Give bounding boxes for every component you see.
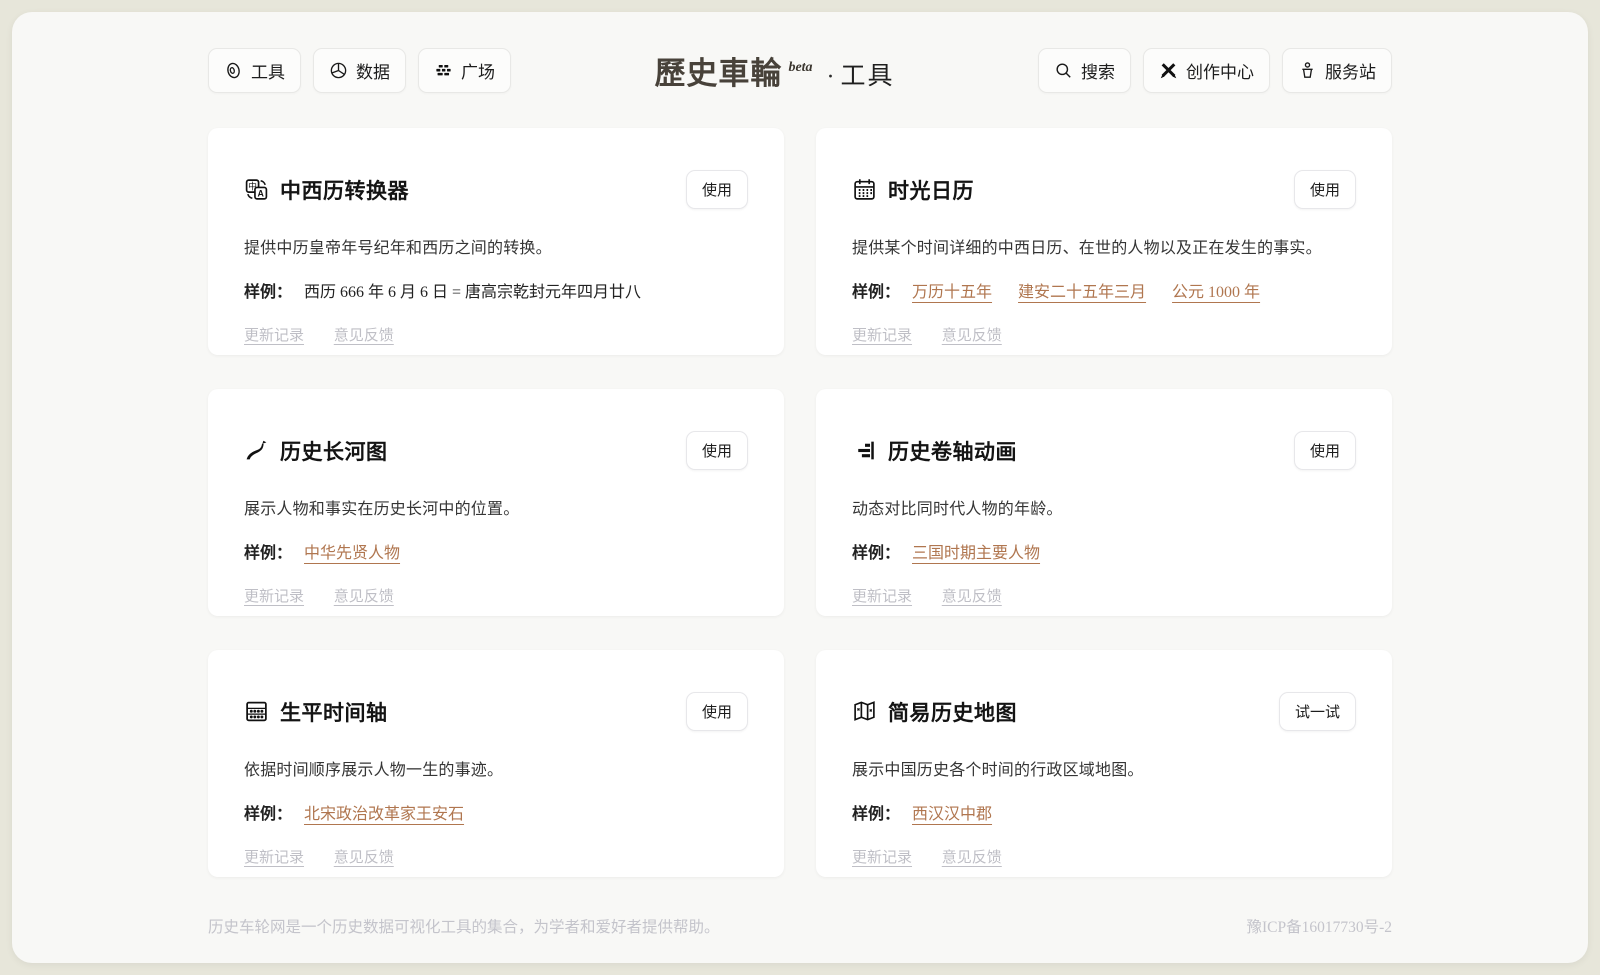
service-icon	[1298, 61, 1317, 80]
card-description: 依据时间顺序展示人物一生的事迹。	[244, 756, 748, 780]
tool-cards-grid: 中 A 中西历转换器 使用 提供中历皇帝年号纪年和西历之间的转换。 样例： 西历…	[208, 128, 1392, 877]
changelog-link[interactable]: 更新记录	[244, 328, 304, 344]
nav-right: 搜索 创作中心	[1038, 48, 1392, 93]
nav-left: 工具 数据	[208, 48, 511, 93]
card-description: 展示人物和事实在历史长河中的位置。	[244, 495, 748, 519]
sample-link[interactable]: 三国时期主要人物	[912, 545, 1040, 562]
card-history-map: 简易历史地图 试一试 展示中国历史各个时间的行政区域地图。 样例： 西汉汉中郡 …	[816, 650, 1392, 877]
card-description: 展示中国历史各个时间的行政区域地图。	[852, 756, 1356, 780]
sample-link[interactable]: 中华先贤人物	[304, 545, 400, 562]
main-panel: 工具 数据	[12, 12, 1588, 963]
changelog-link[interactable]: 更新记录	[852, 328, 912, 344]
card-title: 时光日历	[888, 175, 974, 205]
nav-data-button[interactable]: 数据	[313, 48, 406, 93]
changelog-link[interactable]: 更新记录	[852, 589, 912, 605]
page-title: 工具	[841, 56, 895, 92]
use-button[interactable]: 使用	[1294, 170, 1356, 209]
sample-link[interactable]: 公元 1000 年	[1172, 284, 1260, 301]
card-description: 动态对比同时代人物的年龄。	[852, 495, 1356, 519]
brand-title: 歷史車輪	[654, 48, 782, 93]
beta-badge: beta	[788, 60, 812, 76]
feedback-link[interactable]: 意见反馈	[334, 328, 394, 344]
use-button[interactable]: 使用	[686, 170, 748, 209]
footer-description: 历史车轮网是一个历史数据可视化工具的集合，为学者和爱好者提供帮助。	[208, 915, 720, 937]
card-scroll-animation: 历史卷轴动画 使用 动态对比同时代人物的年龄。 样例： 三国时期主要人物 更新记…	[816, 389, 1392, 616]
abacus-icon	[244, 699, 269, 724]
icp-license-link[interactable]: 豫ICP备16017730号-2	[1246, 915, 1392, 937]
card-history-river: 历史长河图 使用 展示人物和事实在历史长河中的位置。 样例： 中华先贤人物 更新…	[208, 389, 784, 616]
header: 工具 数据	[208, 48, 1392, 93]
card-sample: 样例： 西汉汉中郡	[852, 800, 1356, 824]
card-title: 生平时间轴	[280, 697, 388, 727]
search-icon	[1054, 61, 1073, 80]
plaza-icon	[434, 61, 453, 80]
feedback-link[interactable]: 意见反馈	[334, 589, 394, 605]
nav-tools-button[interactable]: 工具	[208, 48, 301, 93]
sample-link[interactable]: 万历十五年	[912, 284, 992, 301]
card-title: 历史卷轴动画	[888, 436, 1017, 466]
svg-text:A: A	[257, 188, 264, 198]
service-station-label: 服务站	[1325, 58, 1376, 83]
card-description: 提供某个时间详细的中西日历、在世的人物以及正在发生的事实。	[852, 234, 1356, 258]
search-button[interactable]: 搜索	[1038, 48, 1131, 93]
map-icon	[852, 699, 877, 724]
changelog-link[interactable]: 更新记录	[244, 850, 304, 866]
site-logo: 歷史車輪 beta · 工具	[654, 48, 894, 93]
sample-text: 西历 666 年 6 月 6 日 = 唐高宗乾封元年四月廿八	[304, 284, 641, 301]
try-button[interactable]: 试一试	[1279, 692, 1356, 731]
nav-plaza-label: 广场	[461, 58, 495, 83]
wheel-icon	[224, 61, 243, 80]
sample-label: 样例：	[852, 545, 900, 562]
card-title: 中西历转换器	[280, 175, 409, 205]
sample-label: 样例：	[244, 806, 292, 823]
creation-center-label: 创作中心	[1186, 58, 1254, 83]
card-sample: 样例： 万历十五年 建安二十五年三月 公元 1000 年	[852, 278, 1356, 302]
card-sample: 样例： 三国时期主要人物	[852, 539, 1356, 563]
nav-tools-label: 工具	[251, 58, 285, 83]
translate-icon: 中 A	[244, 177, 269, 202]
feedback-link[interactable]: 意见反馈	[942, 589, 1002, 605]
changelog-link[interactable]: 更新记录	[244, 589, 304, 605]
card-calendar-converter: 中 A 中西历转换器 使用 提供中历皇帝年号纪年和西历之间的转换。 样例： 西历…	[208, 128, 784, 355]
card-title: 历史长河图	[280, 436, 388, 466]
use-button[interactable]: 使用	[686, 692, 748, 731]
search-label: 搜索	[1081, 58, 1115, 83]
nav-plaza-button[interactable]: 广场	[418, 48, 511, 93]
feedback-link[interactable]: 意见反馈	[942, 328, 1002, 344]
use-button[interactable]: 使用	[686, 431, 748, 470]
card-title: 简易历史地图	[888, 697, 1017, 727]
changelog-link[interactable]: 更新记录	[852, 850, 912, 866]
data-icon	[329, 61, 348, 80]
footer: 历史车轮网是一个历史数据可视化工具的集合，为学者和爱好者提供帮助。 豫ICP备1…	[12, 915, 1588, 937]
sample-label: 样例：	[852, 284, 900, 301]
creation-icon	[1159, 61, 1178, 80]
nav-data-label: 数据	[356, 58, 390, 83]
calendar-icon	[852, 177, 877, 202]
sample-label: 样例：	[244, 284, 292, 301]
river-icon	[244, 438, 269, 463]
card-description: 提供中历皇帝年号纪年和西历之间的转换。	[244, 234, 748, 258]
card-time-calendar: 时光日历 使用 提供某个时间详细的中西日历、在世的人物以及正在发生的事实。 样例…	[816, 128, 1392, 355]
card-sample: 样例： 中华先贤人物	[244, 539, 748, 563]
sample-label: 样例：	[852, 806, 900, 823]
sample-link[interactable]: 西汉汉中郡	[912, 806, 992, 823]
use-button[interactable]: 使用	[1294, 431, 1356, 470]
sample-link[interactable]: 建安二十五年三月	[1018, 284, 1146, 301]
service-station-button[interactable]: 服务站	[1282, 48, 1392, 93]
creation-center-button[interactable]: 创作中心	[1143, 48, 1270, 93]
sample-label: 样例：	[244, 545, 292, 562]
card-life-timeline: 生平时间轴 使用 依据时间顺序展示人物一生的事迹。 样例： 北宋政治改革家王安石…	[208, 650, 784, 877]
scroll-icon	[852, 438, 877, 463]
feedback-link[interactable]: 意见反馈	[334, 850, 394, 866]
feedback-link[interactable]: 意见反馈	[942, 850, 1002, 866]
card-sample: 样例： 西历 666 年 6 月 6 日 = 唐高宗乾封元年四月廿八	[244, 278, 748, 302]
sample-link[interactable]: 北宋政治改革家王安石	[304, 806, 464, 823]
logo-separator: ·	[827, 64, 835, 91]
card-sample: 样例： 北宋政治改革家王安石	[244, 800, 748, 824]
